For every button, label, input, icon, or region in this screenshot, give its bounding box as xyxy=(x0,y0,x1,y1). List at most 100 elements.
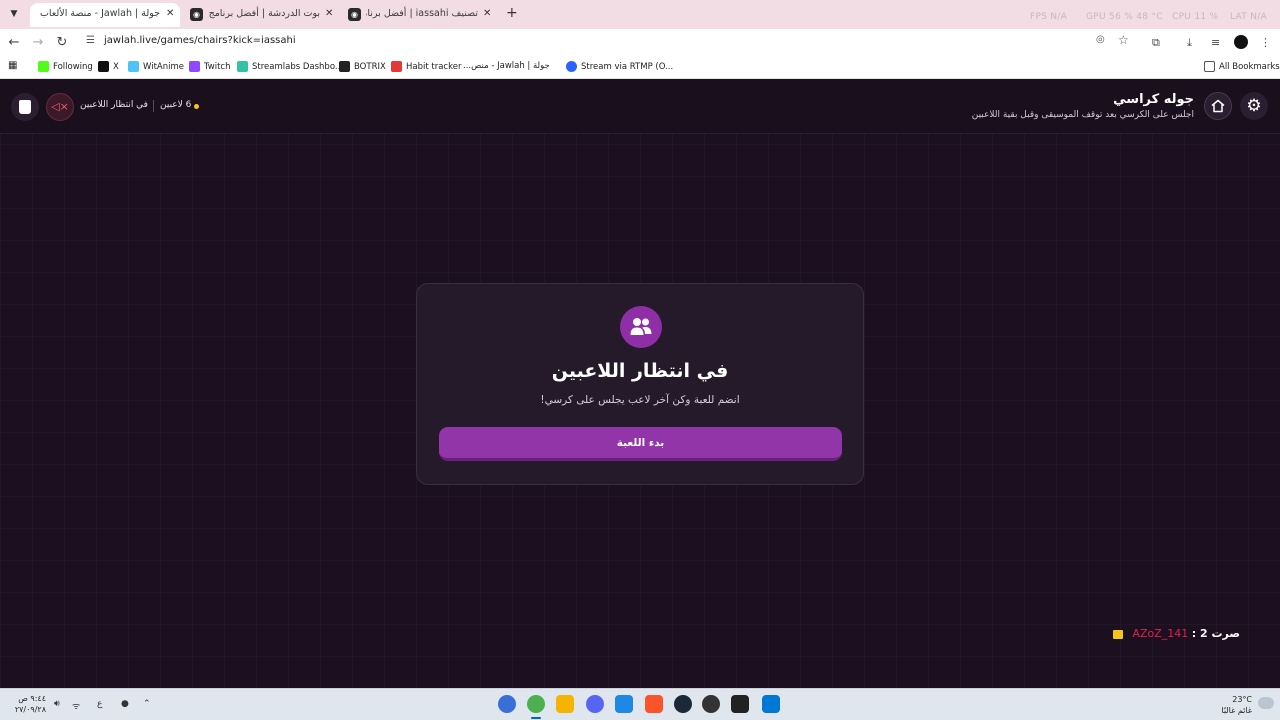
weather-desc: غائم غالبًا xyxy=(1221,706,1252,715)
browser-tab[interactable]: ◉ بوت الدردشة | أفضل برنامج لتعزيز ✕ xyxy=(184,3,338,27)
game-title: جوله كراسي xyxy=(1113,92,1194,107)
bookmark-label: WitAnime xyxy=(143,62,184,72)
apps-grid-icon[interactable]: ▦ xyxy=(8,60,17,71)
mute-button[interactable]: ◁× xyxy=(46,93,74,121)
browser-tab[interactable]: جولة | Jawlah - منصة الألعاب التفاعلية ✕ xyxy=(30,3,180,27)
settings-gear-icon[interactable]: ⚙ xyxy=(1240,92,1268,120)
latency-readout: LAT N/A xyxy=(1230,12,1268,22)
browser-tab-bar: ▼ جولة | Jawlah - منصة الألعاب التفاعلية… xyxy=(0,0,1280,29)
players-count: 6 لاعبين xyxy=(160,100,192,110)
discord-icon[interactable] xyxy=(586,695,604,713)
steam-icon[interactable] xyxy=(674,695,692,713)
media-control-icon[interactable]: ≡ xyxy=(1211,36,1220,49)
pin-icon xyxy=(391,61,402,72)
message-label: صرت 2 : xyxy=(1191,627,1240,640)
botrix-icon xyxy=(339,61,350,72)
weather-widget[interactable]: 23°C غائم غالبًا xyxy=(1221,694,1252,716)
url-field[interactable]: ☰ jawlah.live/games/chairs?kick=iassahi … xyxy=(80,31,1140,53)
site-info-icon[interactable]: ☰ xyxy=(86,35,95,46)
bookmark-label: Streamlabs Dashbo... xyxy=(252,62,343,72)
tab-search-icon[interactable]: ▼ xyxy=(6,6,22,22)
forward-icon[interactable]: → xyxy=(29,34,47,52)
new-tab-button[interactable]: + xyxy=(506,5,518,21)
chevron-up-icon[interactable]: ⌃ xyxy=(143,699,151,709)
tab-title: تصنيف iassahi | أفضل برنامج لتعزيز xyxy=(366,8,478,19)
game-page: ⚙ جوله كراسي اجلس على الكرسي بعد توقف ال… xyxy=(0,80,1280,688)
app-icon[interactable] xyxy=(615,695,633,713)
waiting-title: في انتظار اللاعبين xyxy=(551,360,729,382)
streamlabs-icon xyxy=(237,61,248,72)
game-status: في انتظار اللاعبين xyxy=(80,100,148,110)
bookmark-following[interactable]: Following xyxy=(38,61,93,72)
x-logo-icon xyxy=(98,61,109,72)
fps-readout: FPS N/A xyxy=(1030,12,1068,22)
cpu-readout: CPU 11 % xyxy=(1172,12,1219,22)
divider xyxy=(153,100,154,112)
bookmark-botrix[interactable]: BOTRIX xyxy=(339,61,386,72)
address-bar: ← → ↻ ☰ jawlah.live/games/chairs?kick=ia… xyxy=(0,29,1280,56)
close-icon[interactable]: ✕ xyxy=(483,3,491,25)
close-icon[interactable]: ✕ xyxy=(325,3,333,25)
obs-icon[interactable] xyxy=(702,695,720,713)
bookmark-star-icon[interactable]: ☆ xyxy=(1118,33,1129,47)
site-favicon-icon: ◉ xyxy=(190,8,203,21)
eye-off-icon[interactable]: ◎ xyxy=(1096,34,1105,45)
kick-icon xyxy=(38,61,49,72)
bookmark-jawlah[interactable]: جولة | Jawlah - منص... xyxy=(463,61,550,71)
username: AZoZ_141 xyxy=(1132,627,1189,640)
bookmark-streamlabs[interactable]: Streamlabs Dashbo... xyxy=(237,61,343,72)
bookmark-rtmp[interactable]: Stream via RTMP (O... xyxy=(566,61,673,72)
game-subtitle: اجلس على الكرسي بعد توقف الموسيقى وقبل ب… xyxy=(971,110,1194,120)
bookmark-label: Stream via RTMP (O... xyxy=(581,62,674,72)
users-icon xyxy=(620,306,662,348)
language-indicator[interactable]: ع xyxy=(97,699,102,709)
waiting-card: في انتظار اللاعبين انضم للعبة وكن آخر لا… xyxy=(416,283,864,485)
clock-time: ٩:٤٤ ص xyxy=(18,694,46,703)
home-icon xyxy=(1211,99,1225,113)
home-button[interactable] xyxy=(1204,92,1232,120)
app-icon[interactable] xyxy=(498,695,516,713)
profile-avatar[interactable] xyxy=(1234,35,1248,49)
microphone-icon[interactable]: ● xyxy=(121,699,129,709)
back-icon[interactable]: ← xyxy=(5,34,23,52)
chrome-icon[interactable] xyxy=(527,695,545,719)
folder-icon[interactable] xyxy=(556,695,574,713)
url-text[interactable]: jawlah.live/games/chairs?kick=iassahi xyxy=(104,35,296,46)
browser-tab[interactable]: ◉ تصنيف iassahi | أفضل برنامج لتعزيز ✕ xyxy=(342,3,496,27)
bookmark-witanime[interactable]: WitAnime xyxy=(128,61,184,72)
start-game-button[interactable]: بدء اللعبة xyxy=(439,427,842,461)
waiting-subtitle: انضم للعبة وكن آخر لاعب يجلس على كرسي! xyxy=(540,394,740,406)
restream-icon xyxy=(566,61,577,72)
door-icon xyxy=(19,100,31,114)
users-glyph xyxy=(630,318,652,335)
download-icon[interactable]: ⤓ xyxy=(1187,36,1192,50)
bookmark-twitch[interactable]: Twitch xyxy=(189,61,231,72)
system-clock[interactable]: ٩:٤٤ ص ٢٧/٠٩/٢٨ xyxy=(10,693,46,715)
wifi-icon[interactable]: ᯤ xyxy=(72,699,80,712)
brave-icon[interactable] xyxy=(645,695,663,713)
bookmark-label: BOTRIX xyxy=(354,62,386,72)
gpu-readout: GPU 56 % 48 °C xyxy=(1086,12,1163,22)
tab-title: بوت الدردشة | أفضل برنامج لتعزيز xyxy=(208,8,320,19)
site-favicon-icon: ◉ xyxy=(348,8,361,21)
close-icon[interactable]: ✕ xyxy=(166,3,174,25)
bookmark-habit-tracker[interactable]: Habit tracker xyxy=(391,61,461,72)
chat-message: صرت 2 : AZoZ_141 xyxy=(1112,627,1240,640)
crown-icon xyxy=(1112,629,1123,639)
leave-game-button[interactable] xyxy=(11,93,39,121)
clock-date: ٢٧/٠٩/٢٨ xyxy=(14,705,46,714)
windows-start-icon[interactable] xyxy=(762,695,780,713)
menu-icon[interactable]: ⋮ xyxy=(1260,36,1271,49)
speaker-icon[interactable]: 🔊︎ xyxy=(54,699,60,709)
reload-icon[interactable]: ↻ xyxy=(53,34,71,52)
bookmark-label: جولة | Jawlah - منص... xyxy=(463,61,550,71)
cloud-icon xyxy=(1258,697,1274,709)
bookmarks-bar: ▦ Following X WitAnime Twitch Streamlabs… xyxy=(0,56,1280,79)
extensions-icon[interactable]: ⧉ xyxy=(1152,36,1160,50)
bookmark-x[interactable]: X xyxy=(98,61,119,72)
twitch-icon xyxy=(189,61,200,72)
game-header: ⚙ جوله كراسي اجلس على الكرسي بعد توقف ال… xyxy=(0,80,1280,134)
app-icon[interactable] xyxy=(731,695,749,713)
weather-temp: 23°C xyxy=(1232,695,1252,704)
all-bookmarks[interactable]: All Bookmarks xyxy=(1204,61,1280,72)
